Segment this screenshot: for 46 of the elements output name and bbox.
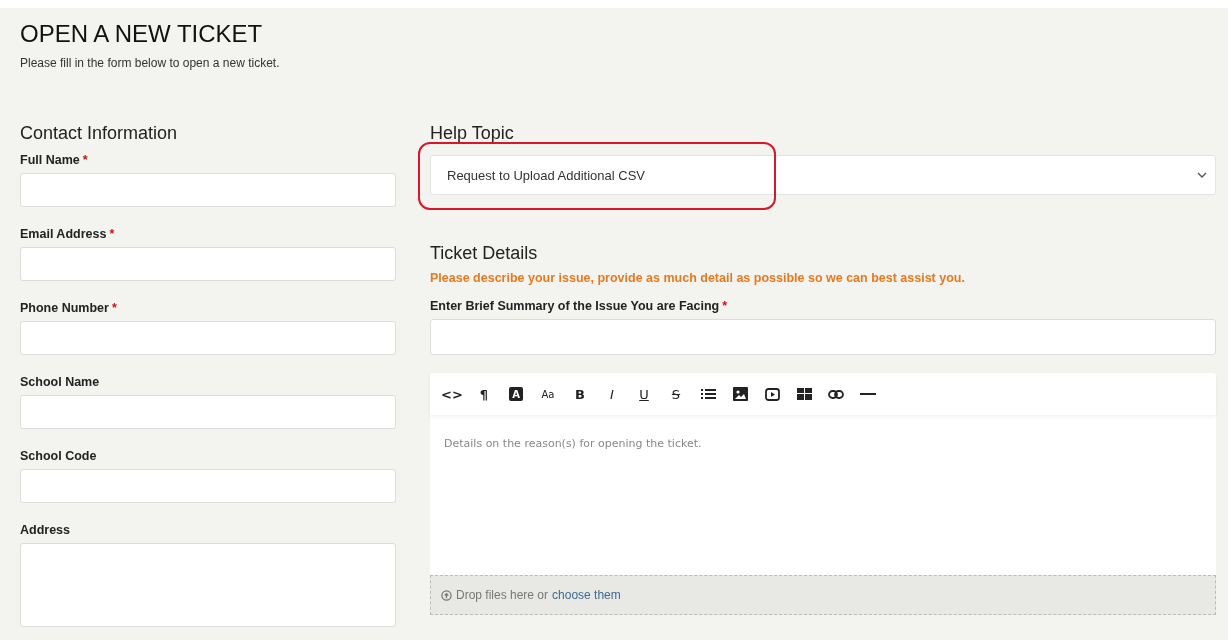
input-field[interactable] (20, 173, 396, 207)
field-label: Email Address (20, 227, 107, 241)
address-field[interactable] (20, 543, 396, 627)
file-dropzone[interactable]: Drop files here or choose them (430, 575, 1216, 615)
image-icon (732, 387, 748, 401)
link-icon (828, 389, 844, 399)
editor-body-field[interactable]: Details on the reason(s) for opening the ticket. (430, 415, 1216, 575)
field-label: School Name (20, 375, 100, 389)
italic-button[interactable]: I (600, 382, 624, 406)
input-field[interactable] (20, 395, 396, 429)
page-title: OPEN A NEW TICKET (20, 19, 264, 48)
field-label: Enter Brief Summary of the Issue You are Facing (430, 299, 720, 313)
font-size-button[interactable]: Aa (536, 382, 560, 406)
video-icon (764, 387, 780, 401)
input-field[interactable] (20, 469, 396, 503)
editor-placeholder: Details on the reason(s) for opening the ticket. (444, 437, 702, 450)
field-label: Address (20, 523, 71, 537)
upload-icon (441, 589, 452, 601)
section-heading: Contact Information (20, 123, 179, 143)
table-icon (796, 388, 812, 400)
input-field[interactable] (20, 247, 396, 281)
summary-field[interactable] (430, 319, 1216, 355)
field-label: School Code (20, 449, 97, 463)
bold-button[interactable]: B (568, 382, 592, 406)
code-view-button[interactable]: <> (440, 382, 464, 406)
paragraph-format-button[interactable]: ¶ (472, 382, 496, 406)
section-heading: Help Topic (430, 123, 515, 143)
choose-files-link[interactable]: choose them (552, 588, 621, 602)
required-mark: * (722, 299, 728, 313)
required-mark: * (111, 301, 117, 315)
help-topic-dropdown[interactable]: Request to Upload Additional CSV (430, 155, 1216, 195)
instructions-text: Please describe your issue, provide as much detail as possible so we can best assist you. (430, 271, 966, 285)
field-label: Phone Number (20, 301, 109, 315)
underline-button[interactable]: U (632, 382, 656, 406)
horizontal-rule-icon (860, 393, 876, 395)
chevron-down-icon (1197, 172, 1207, 178)
required-mark: * (109, 227, 115, 241)
input-field[interactable] (20, 321, 396, 355)
required-mark: * (82, 153, 88, 167)
section-heading: Ticket Details (430, 243, 539, 263)
dropzone-text: Drop files here or (456, 588, 549, 602)
field-label: Full Name (20, 153, 80, 167)
list-icon (700, 388, 716, 400)
text-color-button[interactable]: A (504, 382, 528, 406)
strikethrough-button[interactable]: S (664, 382, 688, 406)
page-subtitle: Please fill in the form below to open a new ticket. (20, 56, 281, 70)
